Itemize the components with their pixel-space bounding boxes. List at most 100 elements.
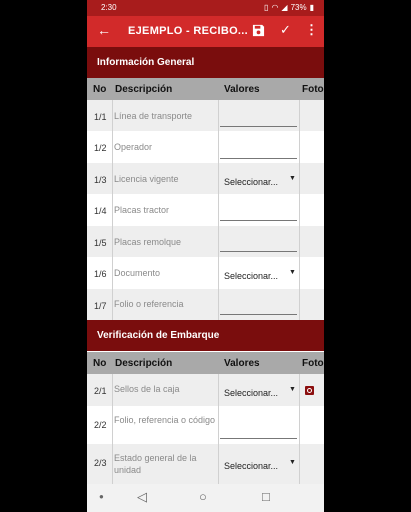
text-input[interactable]	[220, 314, 297, 315]
text-input[interactable]	[220, 220, 297, 221]
divider	[218, 444, 219, 484]
col-desc: Descripción	[115, 358, 173, 369]
home-nav-icon[interactable]: ○	[199, 489, 207, 504]
recents-nav-icon[interactable]: □	[262, 489, 270, 504]
section-title: Información General	[97, 57, 195, 68]
divider	[218, 131, 219, 163]
table-row: 2/1 Sellos de la caja Seleccionar... ▼	[87, 374, 324, 407]
save-icon[interactable]	[252, 24, 265, 37]
table-row: 2/3 Estado general de la unidad Seleccio…	[87, 444, 324, 485]
table-row: 2/2 Folio, referencia o código	[87, 406, 324, 445]
divider	[299, 406, 300, 444]
row-number: 1/3	[94, 175, 107, 185]
dropdown-arrow-icon[interactable]: ▼	[289, 459, 296, 466]
signal-icon: ◢	[281, 3, 288, 12]
col-photo: Foto	[302, 84, 324, 95]
row-description: Placas tractor	[114, 205, 170, 215]
divider	[112, 444, 113, 484]
row-number: 2/1	[94, 386, 107, 396]
status-icons: ▯ ◠ ◢ 73% ▮	[264, 3, 314, 12]
row-description: Sellos de la caja	[114, 384, 180, 394]
select-dropdown[interactable]: Seleccionar...	[224, 177, 278, 187]
divider	[299, 226, 300, 257]
divider	[112, 406, 113, 444]
battery-percent: 73%	[290, 3, 307, 12]
divider	[112, 100, 113, 131]
dropdown-arrow-icon[interactable]: ▼	[289, 386, 296, 393]
row-number: 1/1	[94, 112, 107, 122]
app-bar: ← EJEMPLO - RECIBO... ✓ ⋮	[87, 16, 324, 47]
table-row: 1/1 Línea de transporte	[87, 100, 324, 132]
page-title: EJEMPLO - RECIBO...	[128, 25, 248, 37]
row-description: Folio o referencia	[114, 299, 184, 309]
section-header-informacion: Información General	[87, 47, 324, 78]
divider	[112, 257, 113, 289]
row-description: Folio, referencia o código	[114, 415, 216, 425]
dot-icon: ●	[99, 492, 104, 501]
more-vert-icon[interactable]: ⋮	[305, 22, 318, 38]
battery-icon: ▮	[309, 3, 314, 12]
divider	[112, 374, 113, 406]
table-header: No Descripción Valores Foto	[87, 352, 324, 374]
section-header-verificacion: Verificación de Embarque	[87, 320, 324, 351]
row-number: 1/5	[94, 238, 107, 248]
row-description: Estado general de la unidad	[114, 453, 197, 475]
divider	[299, 444, 300, 484]
divider	[112, 289, 113, 320]
col-no: No	[93, 358, 107, 369]
row-description: Operador	[114, 142, 153, 152]
divider	[218, 100, 219, 131]
row-description: Línea de transporte	[114, 111, 193, 121]
divider	[218, 257, 219, 289]
divider	[112, 131, 113, 163]
divider	[218, 226, 219, 257]
status-time: 2:30	[101, 3, 117, 12]
row-description: Placas remolque	[114, 237, 182, 247]
select-dropdown[interactable]: Seleccionar...	[224, 271, 278, 281]
row-number: 2/2	[94, 420, 107, 430]
divider	[299, 100, 300, 131]
system-nav-bar: ● ◁ ○ □	[87, 484, 324, 512]
text-input[interactable]	[220, 158, 297, 159]
row-number: 1/6	[94, 269, 107, 279]
divider	[299, 131, 300, 163]
check-icon[interactable]: ✓	[280, 22, 291, 38]
col-no: No	[93, 84, 107, 95]
divider	[218, 163, 219, 194]
dropdown-arrow-icon[interactable]: ▼	[289, 269, 296, 276]
col-values: Valores	[224, 84, 260, 95]
table-row: 1/3 Licencia vigente Seleccionar... ▼	[87, 163, 324, 195]
divider	[299, 163, 300, 194]
phone-screen: 2:30 ▯ ◠ ◢ 73% ▮ ← EJEMPLO - RECIBO... ✓…	[87, 0, 324, 512]
table-row: 1/4 Placas tractor	[87, 194, 324, 227]
divider	[112, 226, 113, 257]
divider	[299, 289, 300, 320]
divider	[112, 194, 113, 226]
section-title: Verificación de Embarque	[97, 330, 220, 341]
dropdown-arrow-icon[interactable]: ▼	[289, 175, 296, 182]
row-number: 1/4	[94, 206, 107, 216]
col-desc: Descripción	[115, 84, 173, 95]
arrow-left-icon[interactable]: ←	[97, 22, 111, 38]
divider	[112, 163, 113, 194]
wifi-icon: ◠	[271, 3, 279, 12]
row-number: 1/7	[94, 301, 107, 311]
table-row: 1/7 Folio o referencia	[87, 289, 324, 321]
text-input[interactable]	[220, 251, 297, 252]
divider	[218, 194, 219, 226]
divider	[218, 289, 219, 320]
table-row: 1/6 Documento Seleccionar... ▼	[87, 257, 324, 290]
divider	[299, 374, 300, 406]
divider	[218, 374, 219, 406]
text-input[interactable]	[220, 438, 297, 439]
status-bar: 2:30 ▯ ◠ ◢ 73% ▮	[87, 0, 324, 16]
divider	[299, 194, 300, 226]
table-row: 1/5 Placas remolque	[87, 226, 324, 258]
back-nav-icon[interactable]: ◁	[137, 489, 147, 505]
text-input[interactable]	[220, 126, 297, 127]
row-description: Licencia vigente	[114, 174, 179, 184]
select-dropdown[interactable]: Seleccionar...	[224, 388, 278, 398]
select-dropdown[interactable]: Seleccionar...	[224, 461, 278, 471]
col-photo: Foto	[302, 358, 324, 369]
camera-icon[interactable]	[305, 386, 314, 395]
